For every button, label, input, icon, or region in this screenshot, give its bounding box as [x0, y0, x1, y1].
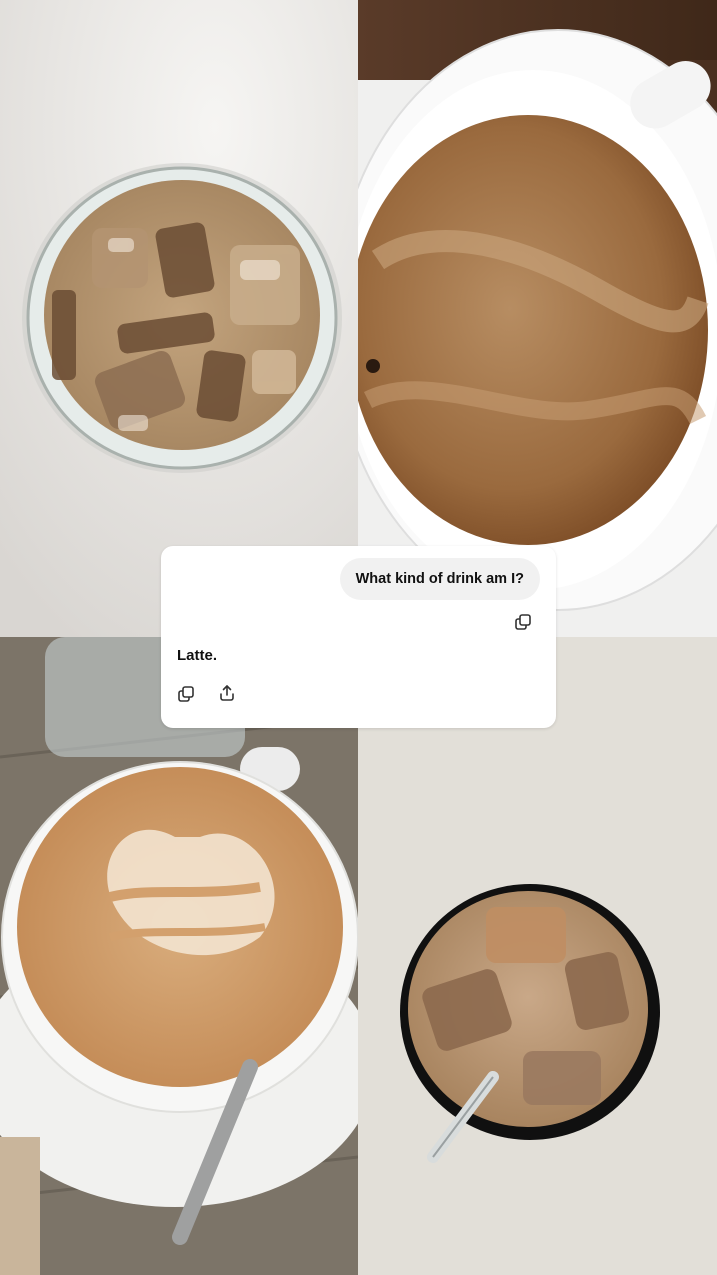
user-message-bubble: What kind of drink am I? — [339, 558, 540, 600]
photo-iced-latte — [0, 0, 358, 637]
photo-latte-art — [0, 637, 358, 1275]
photo-hot-coffee — [358, 0, 717, 637]
copy-icon[interactable] — [177, 685, 195, 703]
chat-card: What kind of drink am I? Latte. — [161, 546, 556, 728]
assistant-reply: Latte. — [177, 647, 218, 664]
photo-iced-coffee — [358, 637, 717, 1275]
share-icon[interactable] — [218, 684, 236, 702]
copy-icon[interactable] — [514, 613, 532, 631]
